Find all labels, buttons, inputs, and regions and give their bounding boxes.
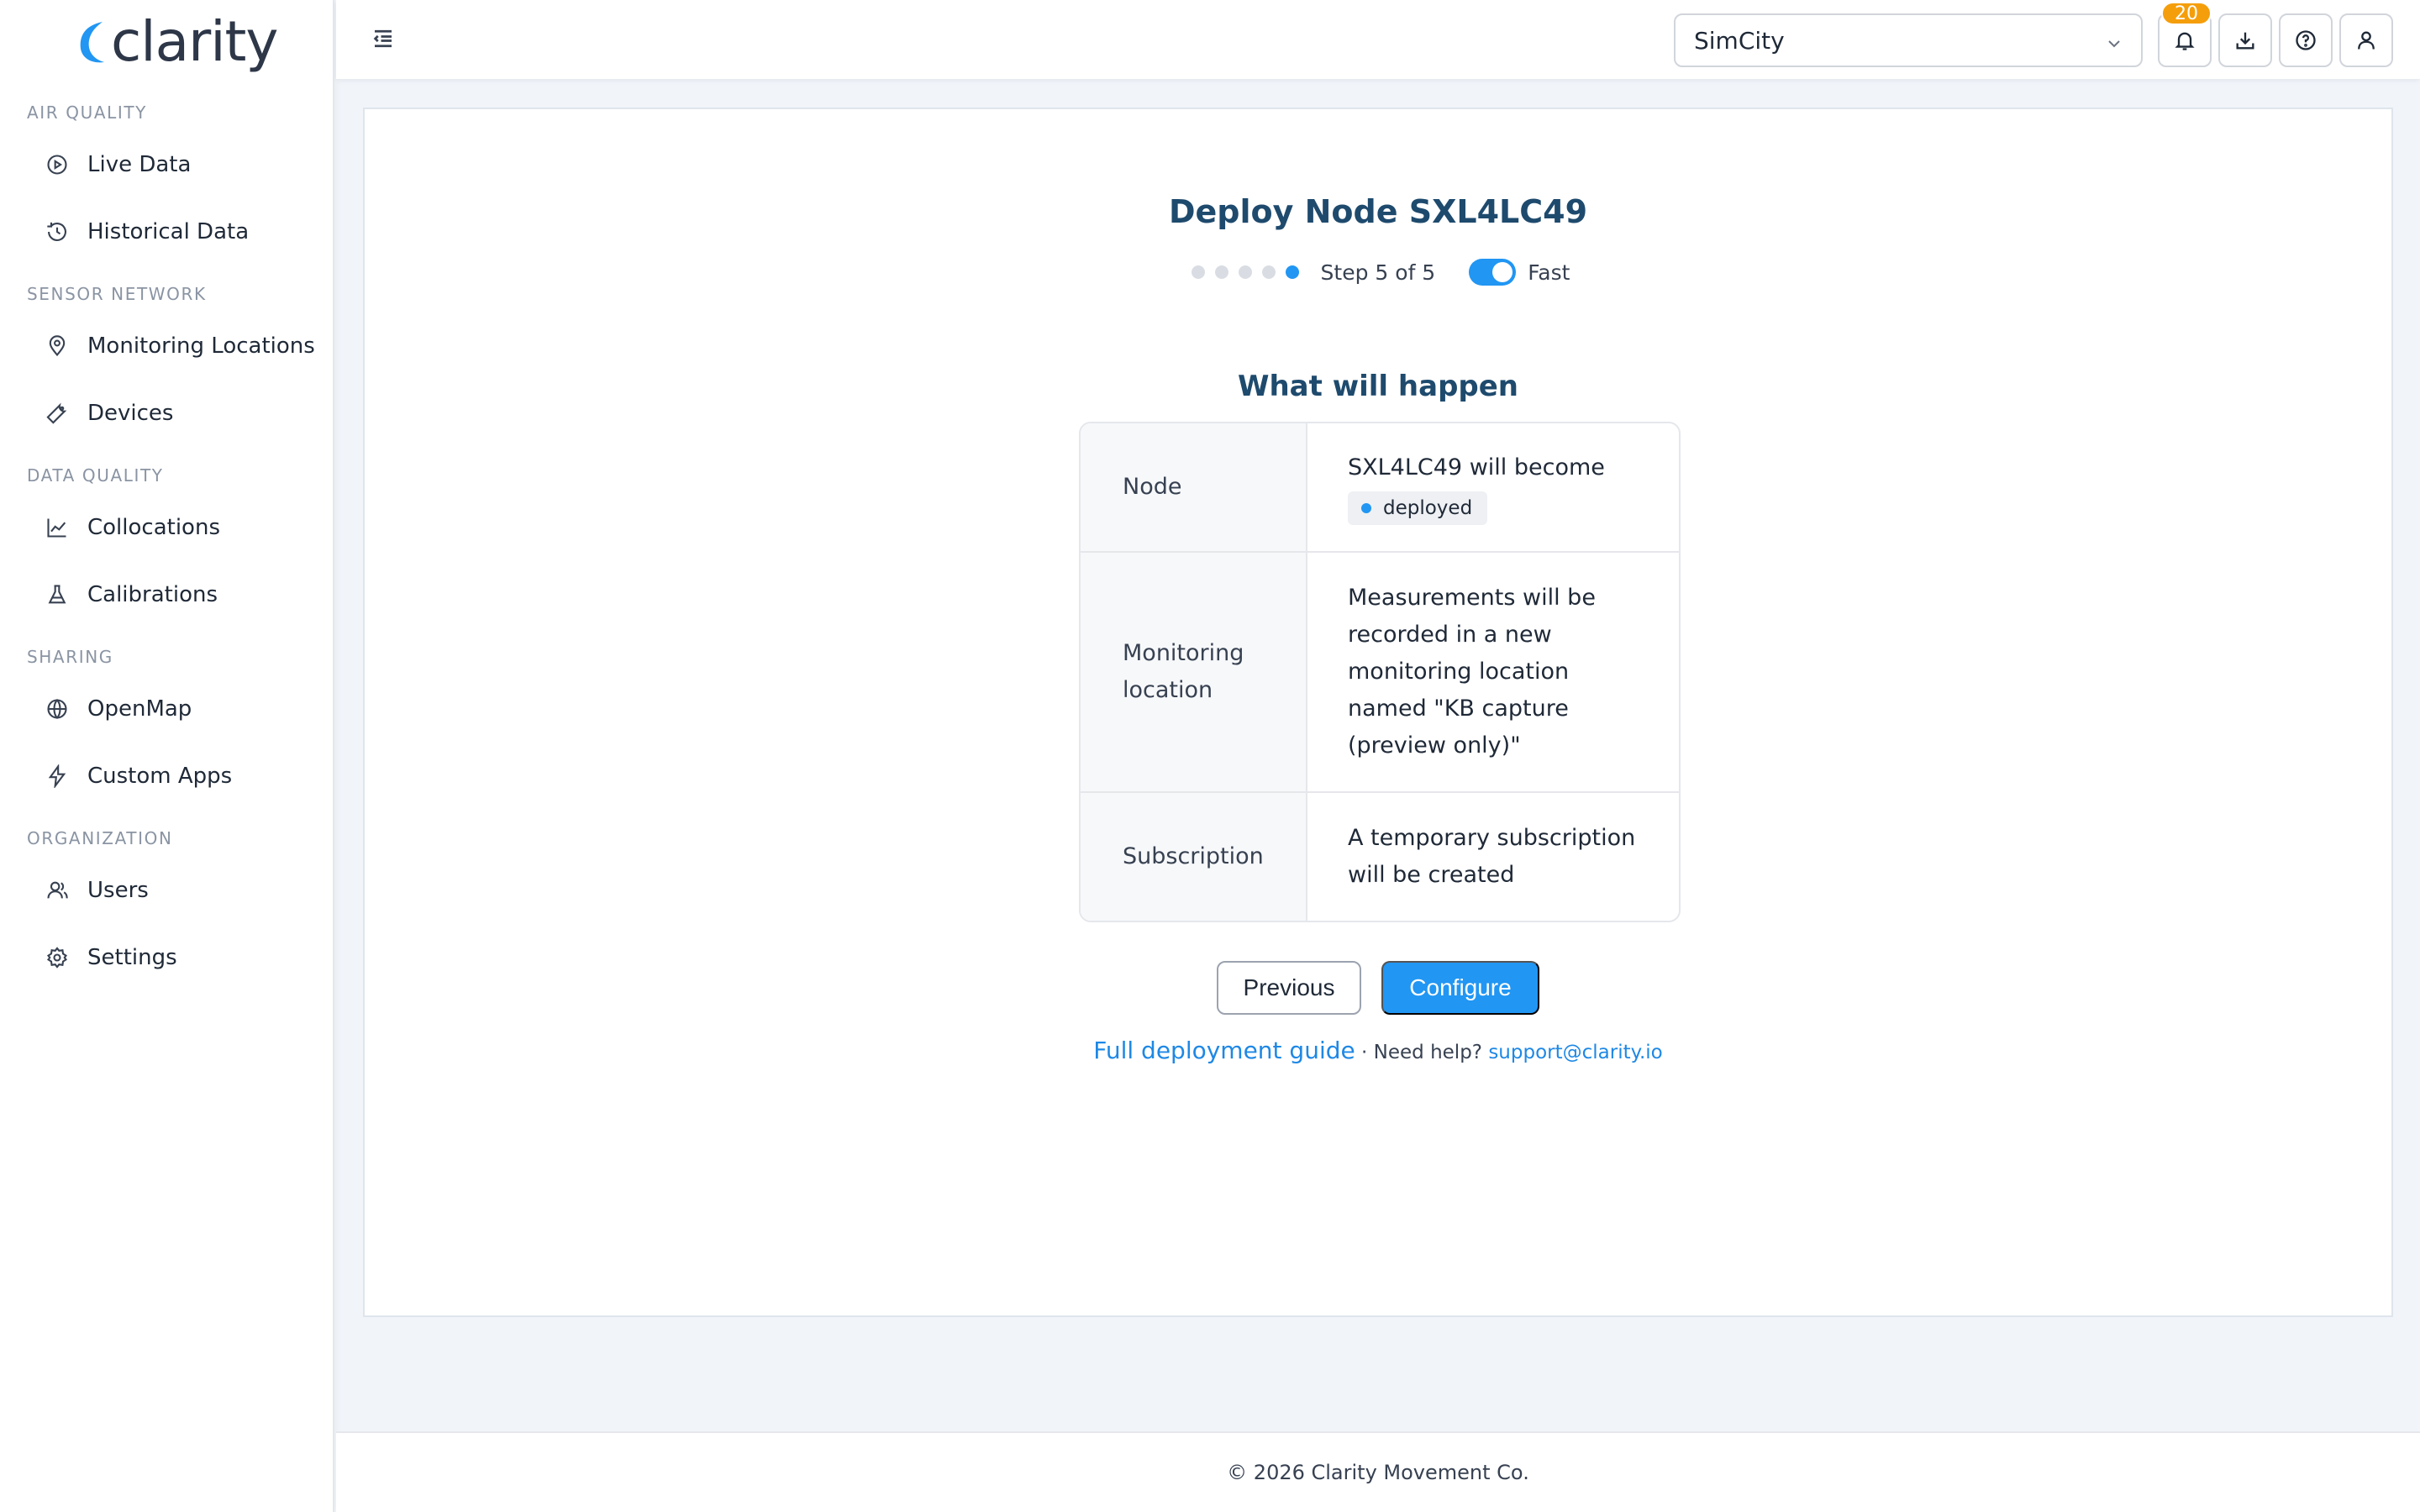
step-dot	[1238, 265, 1252, 279]
sidebar-item-label: Historical Data	[87, 219, 250, 244]
nav-section-organization: ORGANIZATION	[27, 828, 173, 848]
table-row: Monitoring location Measurements will be…	[1081, 553, 1679, 793]
download-icon	[2236, 32, 2254, 50]
sidebar-item-collocations[interactable]: Collocations	[44, 507, 220, 548]
nav-section-data-quality: DATA QUALITY	[27, 465, 164, 486]
row-label: Subscription	[1081, 793, 1307, 921]
status-badge: deployed	[1348, 491, 1488, 525]
collapse-menu-button[interactable]	[368, 24, 398, 54]
step-dot	[1214, 265, 1228, 279]
row-value: A temporary subscription will be created	[1348, 825, 1636, 888]
fast-mode-toggle[interactable]	[1469, 259, 1517, 286]
sidebar-item-devices[interactable]: Devices	[44, 393, 173, 433]
row-value: Measurements will be recorded in a new m…	[1348, 585, 1596, 759]
top-bar: SimCity 20	[336, 0, 2420, 79]
sidebar: clarity AIR QUALITY Live Data Historical…	[0, 0, 334, 1512]
table-row: Node SXL4LC49 will become deployed	[1081, 423, 1679, 553]
chevron-down-icon	[2104, 32, 2124, 52]
previous-button[interactable]: Previous	[1217, 961, 1361, 1015]
sidebar-item-monitoring-locations[interactable]: Monitoring Locations	[44, 326, 315, 366]
sidebar-item-label: Monitoring Locations	[87, 333, 315, 359]
fast-mode-label: Fast	[1528, 260, 1570, 285]
row-value: SXL4LC49 will become deployed	[1307, 423, 1679, 551]
status-dot-icon	[1361, 503, 1371, 513]
row-label: Monitoring location	[1081, 553, 1307, 791]
notifications-button[interactable]: 20	[2158, 2, 2212, 67]
clock-icon	[44, 218, 71, 245]
step-dot	[1261, 265, 1276, 279]
organization-select[interactable]: SimCity	[1674, 13, 2143, 67]
row-label: Node	[1081, 423, 1307, 551]
sidebar-item-label: Settings	[87, 945, 177, 970]
help-button[interactable]	[2279, 13, 2333, 67]
sidebar-item-label: Users	[87, 878, 149, 903]
line-chart-icon	[44, 514, 71, 541]
gear-icon	[44, 944, 71, 971]
organization-select-value: SimCity	[1694, 26, 1785, 55]
sidebar-item-users[interactable]: Users	[44, 870, 149, 911]
bell-icon	[2175, 32, 2195, 50]
help-footer: Full deployment guide · Need help? suppo…	[365, 1037, 2391, 1064]
wrench-icon	[44, 400, 71, 427]
menu-collapse-icon	[373, 29, 392, 48]
clarity-logo[interactable]: clarity	[74, 9, 278, 74]
user-profile-button[interactable]	[2339, 13, 2393, 67]
sidebar-item-live-data[interactable]: Live Data	[44, 144, 191, 185]
step-indicator: Step 5 of 5	[1320, 260, 1436, 285]
lightning-icon	[44, 763, 71, 790]
nav-section-sharing: SHARING	[27, 647, 113, 667]
page-footer: © 2026 Clarity Movement Co.	[336, 1431, 2420, 1512]
sidebar-item-label: OpenMap	[87, 696, 192, 722]
step-dot	[1191, 265, 1205, 279]
section-title: What will happen	[1237, 370, 1519, 403]
sidebar-item-historical-data[interactable]: Historical Data	[44, 212, 249, 252]
table-row: Subscription A temporary subscription wi…	[1081, 793, 1679, 921]
sidebar-item-custom-apps[interactable]: Custom Apps	[44, 756, 232, 796]
sidebar-item-label: Calibrations	[87, 582, 218, 607]
download-button[interactable]	[2218, 13, 2272, 67]
step-dot-current	[1285, 265, 1299, 279]
wizard-stepper: Step 5 of 5 Fast	[365, 259, 2391, 286]
globe-icon	[44, 696, 71, 722]
sidebar-item-openmap[interactable]: OpenMap	[44, 689, 192, 729]
sidebar-item-calibrations[interactable]: Calibrations	[44, 575, 218, 615]
flask-icon	[44, 581, 71, 608]
help-text: · Need help?	[1355, 1042, 1489, 1063]
support-email-link[interactable]: support@clarity.io	[1488, 1042, 1662, 1063]
play-circle-icon	[44, 151, 71, 178]
nav-section-sensor-network: SENSOR NETWORK	[27, 284, 207, 304]
step-dots	[1186, 265, 1304, 279]
user-icon	[2358, 31, 2375, 50]
sidebar-item-label: Collocations	[87, 515, 220, 540]
copyright-text: © 2026 Clarity Movement Co.	[1227, 1461, 1529, 1484]
map-pin-icon	[44, 333, 71, 360]
sidebar-item-label: Devices	[87, 401, 174, 426]
page-title: Deploy Node SXL4LC49	[1168, 193, 1588, 230]
node-status-text: SXL4LC49 will become	[1348, 454, 1605, 480]
deploy-wizard-card: Deploy Node SXL4LC49 Step 5 of 5 Fast Wh…	[363, 108, 2393, 1317]
sidebar-item-label: Live Data	[87, 152, 192, 177]
nav-section-air-quality: AIR QUALITY	[27, 102, 147, 123]
sidebar-item-settings[interactable]: Settings	[44, 937, 177, 978]
status-badge-label: deployed	[1383, 497, 1473, 519]
users-icon	[44, 877, 71, 904]
configure-button[interactable]: Configure	[1381, 961, 1539, 1015]
question-circle-icon	[2296, 30, 2316, 50]
clarity-logo-icon	[74, 17, 108, 67]
brand-name: clarity	[111, 9, 278, 74]
deployment-summary-table: Node SXL4LC49 will become deployed Monit…	[1079, 422, 1681, 922]
deployment-guide-link[interactable]: Full deployment guide	[1093, 1037, 1355, 1064]
sidebar-item-label: Custom Apps	[87, 764, 233, 789]
notifications-count-badge: 20	[2161, 2, 2212, 25]
